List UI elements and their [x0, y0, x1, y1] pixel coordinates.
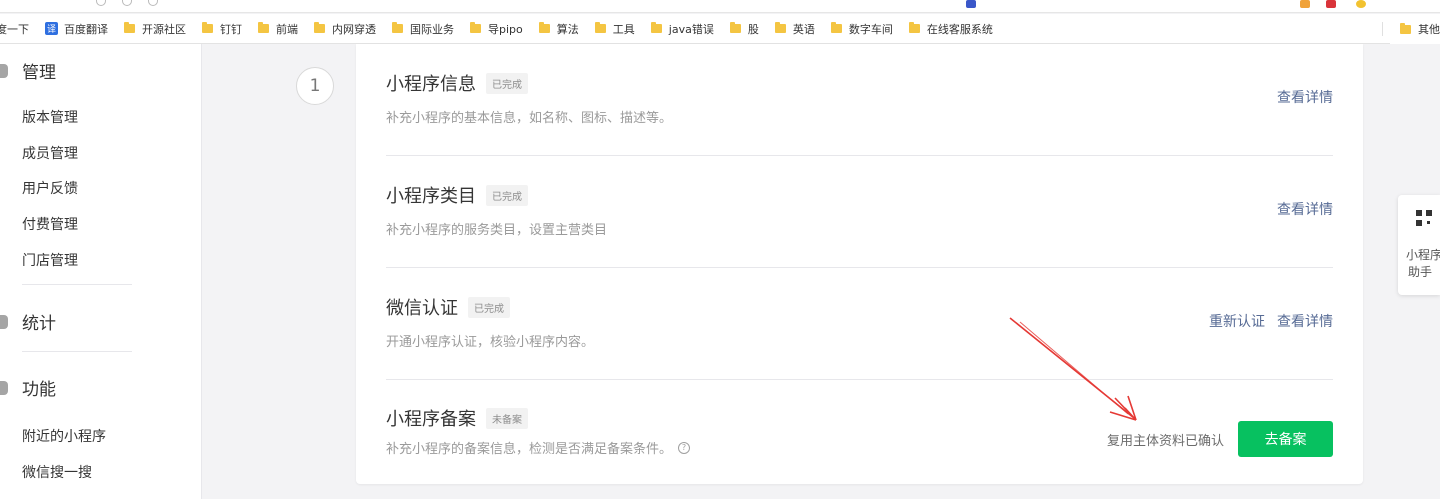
- row-actions: 查看详情: [1277, 87, 1333, 107]
- status-badge: 已完成: [486, 184, 528, 206]
- bookmark-folder[interactable]: 算法: [538, 21, 579, 37]
- row-actions: 重新认证 查看详情: [1209, 311, 1333, 331]
- bookmark-other-folder[interactable]: 其他: [1390, 14, 1440, 44]
- row-title: 小程序备案 未备案: [386, 405, 528, 431]
- row-miniprogram-filing: 小程序备案 未备案 补充小程序的备案信息，检测是否满足备案条件。 ? 复用主体资…: [386, 380, 1333, 492]
- bookmark-folder[interactable]: 英语: [774, 21, 815, 37]
- reverify-link[interactable]: 重新认证: [1209, 311, 1265, 331]
- browser-icon: [148, 0, 158, 6]
- folder-icon: [258, 22, 269, 33]
- qrcode-icon: [1416, 210, 1432, 226]
- bookmark-folder[interactable]: 开源社区: [124, 21, 186, 37]
- sidebar-item-payment[interactable]: 付费管理: [22, 214, 78, 234]
- bookmark-folder[interactable]: 工具: [594, 21, 635, 37]
- extension-icon[interactable]: [1326, 0, 1336, 8]
- folder-icon: [1400, 22, 1411, 34]
- sidebar-item-version[interactable]: 版本管理: [22, 107, 78, 127]
- folder-icon: [729, 22, 741, 33]
- bookmark-folder[interactable]: 内网穿透: [314, 21, 376, 37]
- go-filing-button[interactable]: 去备案: [1238, 421, 1333, 457]
- view-details-link[interactable]: 查看详情: [1277, 199, 1333, 219]
- miniprogram-assistant-panel[interactable]: 小程序 助手: [1398, 195, 1440, 295]
- step-number: 1: [296, 67, 334, 105]
- browser-icon: [122, 0, 132, 6]
- helper-label: 小程序 助手: [1406, 248, 1440, 279]
- bookmark-folder[interactable]: 导pipo: [470, 21, 523, 37]
- row-description: 补充小程序的基本信息，如名称、图标、描述等。: [386, 111, 673, 126]
- extension-icon[interactable]: [1356, 0, 1366, 8]
- sidebar-section-manage[interactable]: 管理: [0, 58, 56, 83]
- sidebar-item-wechat-search[interactable]: 微信搜一搜: [22, 462, 92, 482]
- status-badge: 已完成: [486, 72, 528, 94]
- bookmarks-separator: [1382, 22, 1383, 36]
- folder-icon: [202, 22, 213, 33]
- folder-icon: [124, 22, 135, 33]
- folder-icon: [650, 22, 662, 33]
- bookmarks-bar: 度一下 译 百度翻译 开源社区 钉钉 前端 内网穿透 国际业务 导pipo 算法…: [0, 14, 1440, 44]
- row-actions: 复用主体资料已确认 去备案: [1107, 421, 1333, 457]
- sidebar-divider: [22, 284, 132, 285]
- bookmark-folder[interactable]: 在线客服系统: [908, 21, 993, 37]
- row-title: 小程序信息 已完成: [386, 70, 528, 96]
- view-details-link[interactable]: 查看详情: [1277, 311, 1333, 331]
- folder-icon: [538, 22, 550, 33]
- stats-icon: [0, 314, 8, 329]
- bookmark-baidu[interactable]: 度一下: [0, 21, 29, 37]
- sidebar: 管理 版本管理 成员管理 用户反馈 付费管理 门店管理 统计 功能 附近的小程序…: [0, 44, 202, 499]
- status-badge: 已完成: [468, 296, 510, 318]
- bookmark-folder[interactable]: java错误: [650, 21, 714, 37]
- folder-icon: [908, 22, 920, 33]
- bookmark-folder[interactable]: 股: [729, 21, 759, 37]
- help-icon[interactable]: ?: [678, 441, 691, 454]
- sidebar-item-stores[interactable]: 门店管理: [22, 250, 78, 270]
- bookmark-folder[interactable]: 前端: [258, 21, 298, 37]
- row-description: 开通小程序认证，核验小程序内容。: [386, 335, 595, 350]
- bookmark-baidu-translate[interactable]: 译 百度翻译: [45, 21, 108, 37]
- view-details-link[interactable]: 查看详情: [1277, 87, 1333, 107]
- confirm-status-text: 复用主体资料已确认: [1106, 433, 1224, 449]
- row-title: 小程序类目 已完成: [386, 182, 528, 208]
- folder-icon: [594, 22, 606, 33]
- features-icon: [0, 380, 8, 395]
- browser-toolbar-strip: [0, 0, 1440, 13]
- row-miniprogram-category: 小程序类目 已完成 补充小程序的服务类目，设置主营类目 查看详情: [386, 156, 1333, 268]
- bookmark-folder[interactable]: 钉钉: [202, 21, 242, 37]
- extension-icon[interactable]: [966, 0, 976, 8]
- row-miniprogram-info: 小程序信息 已完成 补充小程序的基本信息，如名称、图标、描述等。 查看详情: [386, 44, 1333, 156]
- sidebar-item-nearby-miniprogram[interactable]: 附近的小程序: [22, 426, 106, 446]
- sidebar-section-features[interactable]: 功能: [0, 375, 56, 400]
- row-wechat-verification: 微信认证 已完成 开通小程序认证，核验小程序内容。 重新认证 查看详情: [386, 268, 1333, 380]
- folder-icon: [392, 22, 403, 33]
- extension-icon[interactable]: [1300, 0, 1310, 8]
- status-badge: 未备案: [486, 407, 528, 429]
- row-actions: 查看详情: [1277, 199, 1333, 219]
- row-title: 微信认证 已完成: [386, 294, 510, 320]
- bookmark-folder[interactable]: 数字车间: [830, 21, 893, 37]
- folder-icon: [314, 22, 325, 33]
- folder-icon: [830, 22, 842, 33]
- sidebar-item-members[interactable]: 成员管理: [22, 143, 78, 163]
- sidebar-section-stats[interactable]: 统计: [0, 309, 56, 334]
- manage-icon: [0, 63, 8, 78]
- row-description: 补充小程序的服务类目，设置主营类目: [386, 223, 608, 238]
- folder-icon: [470, 22, 481, 33]
- sidebar-item-feedback[interactable]: 用户反馈: [22, 178, 78, 198]
- bookmark-folder[interactable]: 国际业务: [392, 21, 454, 37]
- sidebar-divider: [22, 351, 132, 352]
- row-description: 补充小程序的备案信息，检测是否满足备案条件。 ?: [386, 438, 691, 457]
- browser-icon: [96, 0, 106, 6]
- folder-icon: [774, 22, 786, 33]
- translate-icon: 译: [45, 22, 58, 35]
